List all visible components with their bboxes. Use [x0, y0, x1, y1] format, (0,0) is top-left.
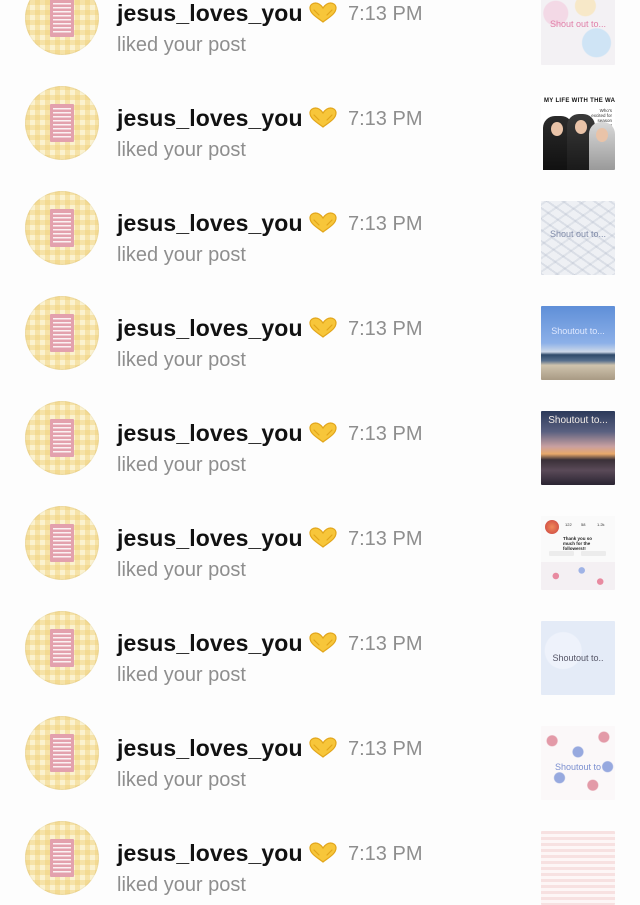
timestamp: 7:13 PM [348, 3, 423, 25]
heart-hands-icon [308, 317, 338, 339]
timestamp: 7:13 PM [348, 108, 423, 130]
avatar[interactable] [25, 86, 99, 160]
notification-row[interactable]: jesus_loves_you 7:13 PM liked your post … [0, 692, 640, 800]
avatar[interactable] [25, 401, 99, 475]
username[interactable]: jesus_loves_you [117, 419, 303, 447]
thumbnail-caption: Shoutout to.. [552, 653, 604, 663]
notification-row[interactable]: jesus_loves_you 7:13 PM liked your post … [0, 482, 640, 590]
heart-hands-icon [308, 527, 338, 549]
avatar[interactable] [25, 296, 99, 370]
thumbnail-caption: Shoutout to [554, 762, 602, 772]
notification-row[interactable]: jesus_loves_you 7:13 PM liked your post [0, 797, 640, 905]
avatar[interactable] [25, 191, 99, 265]
heart-hands-icon [308, 2, 338, 24]
timestamp: 7:13 PM [348, 528, 423, 550]
notification-row[interactable]: jesus_loves_you 7:13 PM liked your post … [0, 167, 640, 275]
thumbnail-title: MY LIFE WITH THE WALTER BOYS [544, 98, 615, 104]
timestamp: 7:13 PM [348, 213, 423, 235]
thumbnail-caption: Shout out to... [549, 229, 607, 239]
username[interactable]: jesus_loves_you [117, 314, 303, 342]
username[interactable]: jesus_loves_you [117, 524, 303, 552]
notification-action: liked your post [117, 34, 246, 56]
notification-row[interactable]: jesus_loves_you 7:13 PM liked your post … [0, 272, 640, 380]
notification-action: liked your post [117, 874, 246, 896]
thumbnail-caption: Shout out to... [549, 19, 607, 29]
timestamp: 7:13 PM [348, 423, 423, 445]
post-thumbnail[interactable]: Shoutout to... [541, 306, 615, 380]
heart-hands-icon [308, 842, 338, 864]
username[interactable]: jesus_loves_you [117, 839, 303, 867]
post-thumbnail[interactable]: Shout out to... [541, 0, 615, 65]
timestamp: 7:13 PM [348, 633, 423, 655]
thumbnail-caption: Shoutout to... [551, 326, 605, 336]
username[interactable]: jesus_loves_you [117, 734, 303, 762]
thumbnail-caption: Shoutout to... [548, 415, 608, 426]
activity-list: jesus_loves_you 7:13 PM liked your post … [0, 0, 640, 905]
heart-hands-icon [308, 632, 338, 654]
post-thumbnail[interactable]: Shoutout to [541, 726, 615, 800]
timestamp: 7:13 PM [348, 318, 423, 340]
thumbnail-caption: Thank you so much for the followers!! [563, 536, 593, 551]
username[interactable]: jesus_loves_you [117, 209, 303, 237]
notification-action: liked your post [117, 244, 246, 266]
post-thumbnail[interactable]: MY LIFE WITH THE WALTER BOYS Who's excit… [541, 96, 615, 170]
notification-action: liked your post [117, 139, 246, 161]
post-thumbnail[interactable] [541, 831, 615, 905]
notification-row[interactable]: jesus_loves_you 7:13 PM liked your post … [0, 62, 640, 170]
timestamp: 7:13 PM [348, 738, 423, 760]
avatar[interactable] [25, 0, 99, 55]
notification-row[interactable]: jesus_loves_you 7:13 PM liked your post … [0, 587, 640, 695]
notification-action: liked your post [117, 664, 246, 686]
username[interactable]: jesus_loves_you [117, 0, 303, 27]
notification-action: liked your post [117, 769, 246, 791]
post-thumbnail[interactable]: Shout out to... [541, 201, 615, 275]
notification-action: liked your post [117, 454, 246, 476]
notification-action: liked your post [117, 349, 246, 371]
heart-hands-icon [308, 422, 338, 444]
post-thumbnail[interactable]: Shoutout to.. [541, 621, 615, 695]
heart-hands-icon [308, 737, 338, 759]
notification-row[interactable]: jesus_loves_you 7:13 PM liked your post … [0, 377, 640, 485]
heart-hands-icon [308, 107, 338, 129]
post-thumbnail[interactable]: Shoutout to... [541, 411, 615, 485]
avatar[interactable] [25, 506, 99, 580]
post-thumbnail[interactable]: 122 58 1.2k Thank you so much for the foll… [541, 516, 615, 590]
avatar[interactable] [25, 611, 99, 685]
heart-hands-icon [308, 212, 338, 234]
avatar[interactable] [25, 821, 99, 895]
username[interactable]: jesus_loves_you [117, 104, 303, 132]
notification-row[interactable]: jesus_loves_you 7:13 PM liked your post … [0, 0, 640, 65]
username[interactable]: jesus_loves_you [117, 629, 303, 657]
timestamp: 7:13 PM [348, 843, 423, 865]
notification-action: liked your post [117, 559, 246, 581]
avatar[interactable] [25, 716, 99, 790]
